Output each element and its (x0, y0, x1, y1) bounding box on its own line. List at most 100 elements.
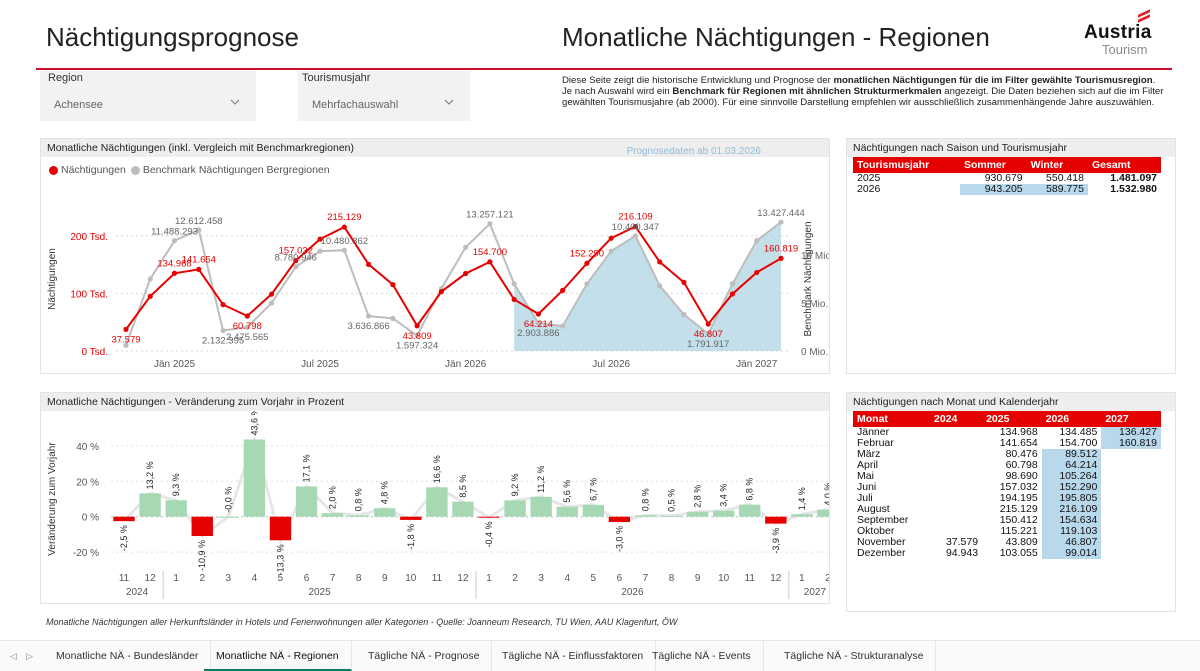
benchmark-point (511, 281, 517, 287)
table-header-cell[interactable]: Winter (1026, 157, 1088, 173)
overnight-stays-point (123, 326, 129, 332)
overnight-stays-data-label: 154.700 (473, 247, 507, 258)
season-table-title: Nächtigungen nach Saison und Tourismusja… (847, 139, 1175, 157)
table-header-cell[interactable]: Sommer (959, 157, 1027, 173)
table-cell: 943.205 (959, 184, 1027, 195)
overnight-stays-point (778, 255, 784, 261)
change-data-label: 8,5 % (458, 475, 468, 498)
overnight-stays-point (244, 313, 250, 319)
table-cell: Dezember (857, 547, 906, 559)
y-tick-label: 0 % (82, 513, 99, 524)
table-cell (1101, 471, 1161, 482)
table-header-cell[interactable]: 2027 (1101, 411, 1161, 427)
change-data-label: 11,2 % (536, 466, 546, 493)
page-tab[interactable]: Monatliche NÄ - Bundesländer (44, 641, 212, 671)
y-axis-label: Nächtigungen (47, 248, 58, 310)
change-data-label: 4,0 % (823, 483, 829, 506)
table-cell (1101, 526, 1161, 537)
change-bar (556, 506, 578, 517)
benchmark-point (778, 219, 784, 225)
benchmark-point (487, 221, 493, 227)
y-tick-label: 0 Tsd. (82, 347, 109, 358)
line-chart: 0 Tsd.100 Tsd.200 Tsd.0 Mio.5 Mio.10 Mio… (47, 208, 829, 370)
benchmark-point (729, 281, 736, 287)
table-header-cell[interactable]: Tourismusjahr (853, 157, 960, 173)
change-data-label: 0,8 % (354, 488, 364, 511)
chevron-down-icon[interactable] (230, 97, 240, 107)
table-cell (1101, 537, 1161, 548)
change-bar (530, 496, 552, 517)
benchmark-data-label: 10.400.347 (612, 222, 660, 233)
chevron-down-icon[interactable] (444, 97, 454, 107)
x-tick-label: 4 (252, 573, 258, 584)
x-tick-label: 11 (432, 573, 443, 584)
overnight-stays-data-label: 64.214 (524, 319, 553, 330)
next-page-icon[interactable]: ▷ (26, 651, 33, 662)
region-filter[interactable]: Region Achensee (40, 71, 256, 121)
region-filter-label: Region (48, 72, 83, 84)
y2-tick-label: 0 Mio. (801, 347, 828, 358)
change-data-label: 13,2 % (145, 461, 155, 489)
x-tick-label: 5 (278, 573, 284, 584)
page-tab[interactable]: Tägliche NÄ - Events (640, 641, 764, 671)
change-data-label: 9,2 % (510, 473, 520, 496)
table-cell (930, 438, 982, 449)
logo-subtext: Tourism (1102, 42, 1148, 57)
table-header-cell[interactable]: 2024 (930, 411, 983, 427)
change-bar (165, 500, 187, 517)
page-tab[interactable]: Tägliche NÄ - Strukturanalyse (772, 641, 937, 671)
x-tick-label: 8 (669, 573, 675, 584)
tourism-year-filter-value[interactable]: Mehrfachauswahl (312, 99, 398, 111)
table-row[interactable]: Dezember 94.943 103.055 99.014 (853, 548, 1161, 559)
change-bar (191, 516, 213, 537)
change-bar (791, 514, 813, 517)
table-cell: 2026 (857, 183, 881, 195)
tourism-year-filter[interactable]: Tourismusjahr Mehrfachauswahl (298, 71, 470, 121)
change-bar (269, 516, 292, 541)
benchmark-point (365, 313, 372, 319)
section-title: Monatliche Nächtigungen - Regionen (562, 22, 990, 52)
change-data-label: 2,0 % (328, 486, 338, 509)
month-table: Monat 2024 2025 2026 2027 Jänner 134.968 134.48… (853, 411, 1161, 559)
overnight-stays-point (341, 224, 347, 230)
month-table-title: Nächtigungen nach Monat und Kalenderjahr (847, 393, 1175, 411)
desc-bold: monatlichen Nächtigungen für die im Filt… (833, 75, 1153, 86)
page-tab[interactable]: Tägliche NÄ - Einflussfaktoren (490, 641, 657, 671)
overnight-stays-point (438, 289, 444, 295)
change-data-label: 5,6 % (562, 480, 572, 503)
table-cell: 160.819 (1101, 438, 1161, 449)
table-header-cell[interactable]: Monat (853, 411, 931, 427)
region-filter-value[interactable]: Achensee (54, 99, 103, 111)
x-tick-label: 2 (199, 573, 205, 584)
benchmark-point (341, 247, 347, 253)
prev-page-icon[interactable]: ◁ (10, 651, 17, 662)
bar-chart-panel: Monatliche Nächtigungen - Veränderung zu… (40, 392, 830, 604)
benchmark-point (390, 315, 396, 321)
table-header-cell[interactable]: 2025 (982, 411, 1042, 427)
benchmark-point (220, 327, 226, 334)
change-bar (686, 511, 709, 517)
page-tab[interactable]: Monatliche NÄ - Regionen (204, 641, 352, 671)
benchmark-data-label: 1.597.324 (396, 341, 438, 352)
benchmark-point (657, 283, 663, 289)
overnight-stays-point (390, 282, 396, 288)
table-cell (930, 449, 982, 460)
change-data-label: -0,4 % (484, 521, 494, 547)
bar-chart: -20 % 0 % 20 % 40 % Veränderung zum Vorjahr -… (47, 411, 829, 599)
x-tick-label: Jän 2026 (445, 359, 487, 370)
change-bar (374, 508, 396, 517)
table-header-cell[interactable]: 2026 (1041, 411, 1102, 427)
x-tick-label: Jul 2026 (592, 359, 630, 370)
table-row[interactable]: 2026 943.205 589.775 1.532.980 (853, 184, 1161, 195)
benchmark-data-label: 2.475.565 (226, 332, 268, 343)
overnight-stays-point (268, 291, 275, 297)
table-header-cell[interactable]: Gesamt (1087, 157, 1161, 173)
year-label: 2026 (621, 587, 644, 598)
overnight-stays-point (657, 259, 663, 265)
table-cell (930, 515, 982, 526)
change-data-label: 0,5 % (667, 489, 677, 512)
overnight-stays-point (414, 323, 420, 329)
table-cell (930, 427, 982, 438)
table-cell (1101, 548, 1161, 559)
page-tab[interactable]: Tägliche NÄ - Prognose (356, 641, 493, 671)
